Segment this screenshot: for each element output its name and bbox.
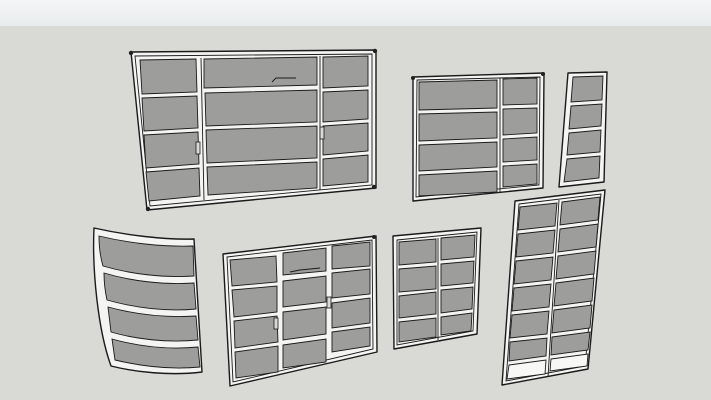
two-section-window[interactable] (411, 72, 545, 202)
large-three-section-window[interactable] (128, 48, 378, 212)
narrow-single-window[interactable] (558, 71, 608, 188)
viewport[interactable] (0, 0, 711, 400)
small-double-window[interactable] (392, 227, 482, 350)
double-door-window[interactable] (222, 235, 378, 387)
tall-double-door[interactable] (501, 189, 606, 386)
model-scene[interactable] (0, 0, 711, 400)
curved-window[interactable] (92, 227, 203, 375)
